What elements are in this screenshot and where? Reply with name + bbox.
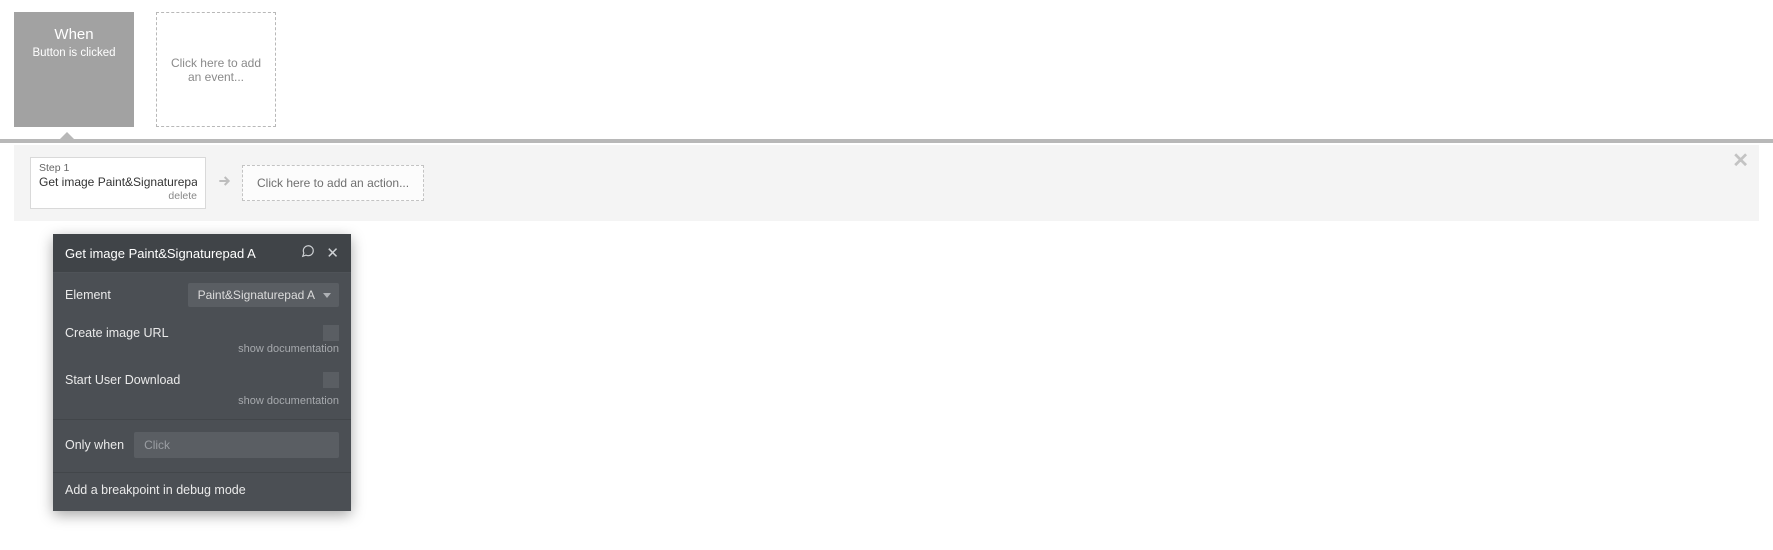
add-event-label: Click here to add an event... [167,56,265,84]
step-card[interactable]: Step 1 Get image Paint&Signaturepad A de… [30,157,206,209]
step-delete-link[interactable]: delete [39,190,197,203]
only-when-label: Only when [65,438,124,452]
only-when-input[interactable]: Click [134,432,339,458]
element-row: Element Paint&Signaturepad A [65,273,339,307]
property-panel-header[interactable]: Get image Paint&Signaturepad A ✕ [53,234,351,273]
breakpoint-row: Add a breakpoint in debug mode [65,473,339,511]
property-panel-body: Element Paint&Signaturepad A Create imag… [53,273,351,511]
download-row: Start User Download [65,363,339,393]
only-when-placeholder: Click [144,438,170,452]
create-url-row: Create image URL [65,307,339,341]
step-title: Get image Paint&Signaturepad A [39,175,197,190]
arrow-right-icon [216,173,232,194]
property-panel-title: Get image Paint&Signaturepad A [65,246,290,261]
property-panel: Get image Paint&Signaturepad A ✕ Element… [53,234,351,511]
element-select[interactable]: Paint&Signaturepad A [188,283,339,307]
event-description: Button is clicked [32,47,115,59]
download-label: Start User Download [65,373,323,387]
event-when-label: When [54,26,93,43]
add-event-card[interactable]: Click here to add an event... [156,12,276,127]
close-panel-icon[interactable]: ✕ [326,244,339,262]
add-action-label: Click here to add an action... [257,176,409,190]
steps-panel: Step 1 Get image Paint&Signaturepad A de… [14,145,1759,221]
element-select-value: Paint&Signaturepad A [198,288,315,302]
divider-arrow-icon [58,132,76,141]
event-card[interactable]: When Button is clicked [14,12,134,127]
events-row: When Button is clicked Click here to add… [0,0,1773,139]
element-label: Element [65,288,188,302]
divider-bar [0,139,1773,143]
step-number: Step 1 [39,162,197,175]
download-checkbox[interactable] [323,372,339,388]
close-steps-icon[interactable]: ✕ [1732,151,1749,171]
comment-icon[interactable] [300,244,316,262]
create-url-doc-link[interactable]: show documentation [65,341,339,363]
breakpoint-label: Add a breakpoint in debug mode [65,483,339,497]
create-url-checkbox[interactable] [323,325,339,341]
add-action-card[interactable]: Click here to add an action... [242,165,424,201]
only-when-row: Only when Click [65,420,339,468]
create-url-label: Create image URL [65,326,323,340]
download-doc-link[interactable]: show documentation [65,393,339,415]
